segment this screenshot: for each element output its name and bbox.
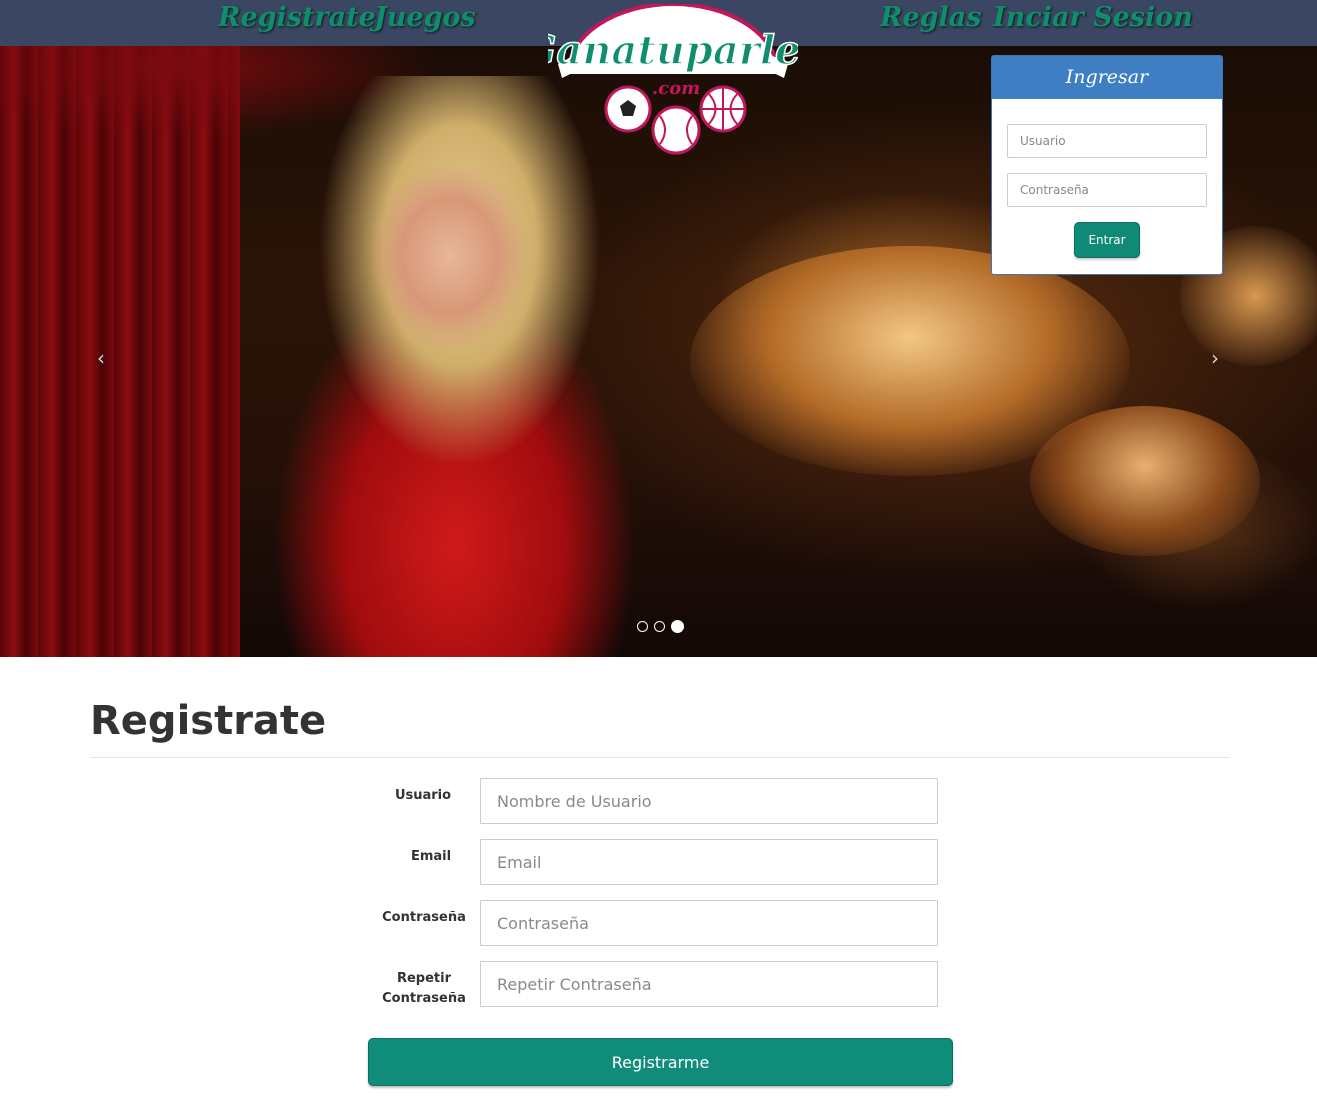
username-label: Usuario: [394, 788, 452, 803]
logo-graphic: Ganatuparley .com: [522, 2, 827, 155]
password-input[interactable]: [480, 900, 938, 946]
logo-text: Ganatuparley: [548, 27, 798, 74]
carousel-indicators: [637, 620, 684, 633]
login-password-input[interactable]: [1007, 173, 1207, 207]
nav-link-registrate[interactable]: Registrate: [218, 2, 376, 33]
nav-link-juegos[interactable]: Juegos: [374, 2, 476, 33]
carousel-next-icon[interactable]: ›: [1211, 346, 1219, 370]
soccer-ball-icon: [604, 85, 652, 133]
divider: [90, 757, 1230, 758]
basketball-icon: [699, 85, 747, 133]
carousel-indicator-1[interactable]: [637, 621, 648, 632]
chandelier-image: [1030, 406, 1260, 556]
carousel-indicator-2[interactable]: [654, 621, 665, 632]
email-label: Email: [410, 849, 452, 864]
register-submit-button[interactable]: Registrarme: [368, 1038, 953, 1086]
repeat-password-label: Repetir Contraseña: [382, 971, 466, 1006]
site-logo[interactable]: Ganatuparley .com: [522, 2, 827, 159]
carousel-prev-icon[interactable]: ‹: [97, 346, 105, 370]
baseball-icon: [651, 105, 701, 155]
login-username-input[interactable]: [1007, 124, 1207, 158]
register-title: Registrate: [90, 698, 327, 744]
nav-link-reglas[interactable]: Reglas: [880, 2, 981, 33]
login-panel-title: Ingresar: [992, 56, 1222, 99]
carousel-indicator-3[interactable]: [671, 620, 684, 633]
logo-suffix: .com: [652, 78, 700, 99]
login-panel: Ingresar Entrar: [991, 55, 1223, 275]
login-submit-button[interactable]: Entrar: [1074, 222, 1140, 258]
repeat-password-input[interactable]: [480, 961, 938, 1007]
username-input[interactable]: [480, 778, 938, 824]
password-label: Contraseña: [382, 910, 466, 925]
email-input[interactable]: [480, 839, 938, 885]
nav-link-iniciar-sesion[interactable]: Inciar Sesion: [993, 2, 1193, 33]
hero-model-image: [220, 76, 680, 657]
